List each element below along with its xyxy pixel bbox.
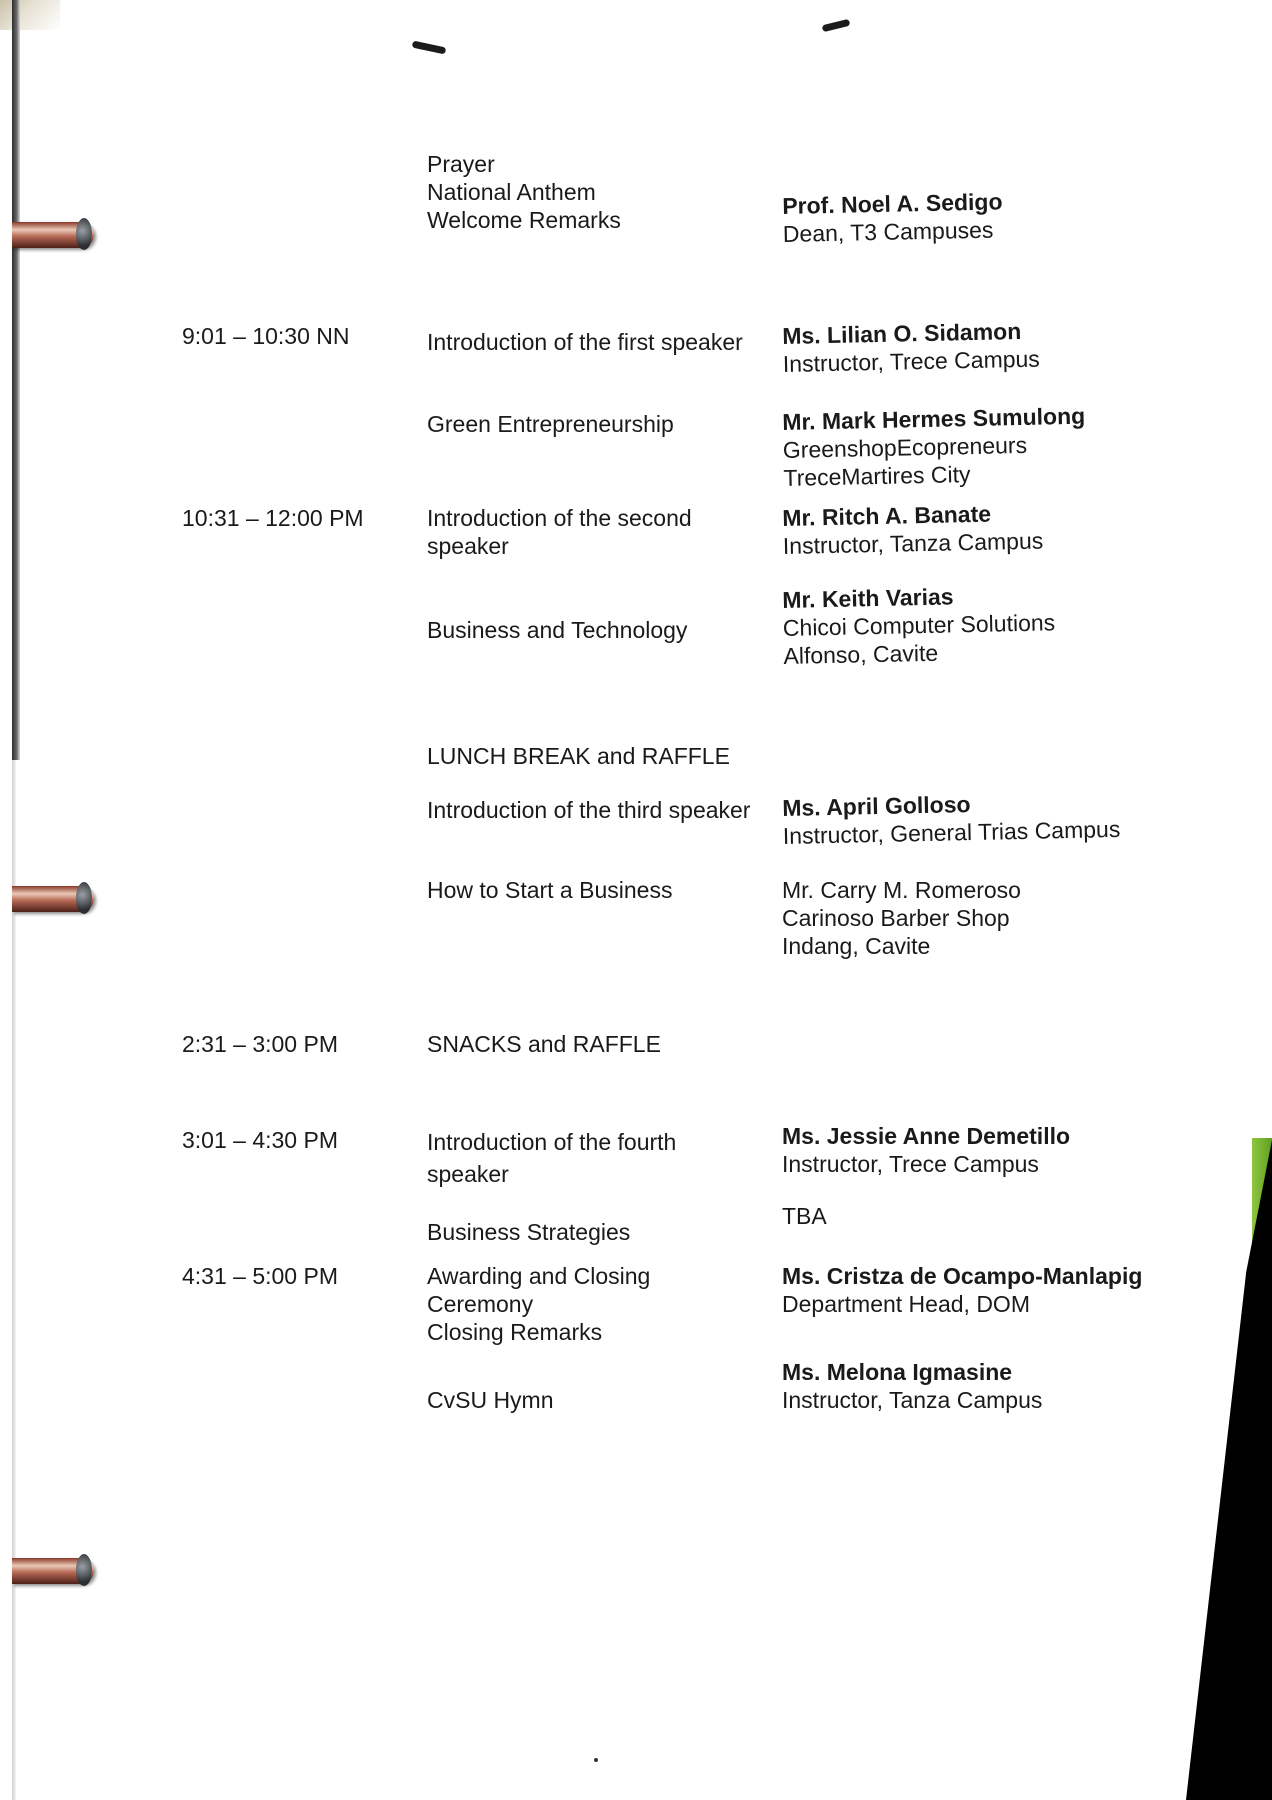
agenda-activity: Introduction of the fourth speaker xyxy=(427,1126,767,1190)
agenda-speaker: TBA xyxy=(782,1202,1202,1230)
activity-line: Welcome Remarks xyxy=(427,207,621,233)
agenda-speaker: Mr. Carry M. Romeroso Carinoso Barber Sh… xyxy=(782,876,1202,960)
agenda-speaker: Mr. Keith Varias Chicoi Computer Solutio… xyxy=(782,577,1204,670)
agenda-time: 10:31 – 12:00 PM xyxy=(182,505,364,531)
agenda-speaker: Ms. Cristza de Ocampo-Manlapig Departmen… xyxy=(782,1262,1202,1318)
scanned-program-page: Prayer National Anthem Welcome Remarks P… xyxy=(0,0,1272,1800)
agenda-activity: Introduction of the second speaker xyxy=(427,504,767,560)
agenda-time: 2:31 – 3:00 PM xyxy=(182,1031,338,1057)
activity-line: Introduction of the first speaker xyxy=(427,329,743,355)
activity-line: How to Start a Business xyxy=(427,877,673,903)
activity-line: Business Strategies xyxy=(427,1219,631,1245)
activity-line: Introduction of the second xyxy=(427,505,692,531)
background-dark-edge xyxy=(1186,1140,1272,1800)
agenda-speaker: Ms. April Golloso Instructor, General Tr… xyxy=(782,785,1203,850)
scan-mark xyxy=(821,18,851,33)
activity-line: LUNCH BREAK and RAFFLE xyxy=(427,743,730,769)
activity-line: Green Entrepreneurship xyxy=(427,411,674,437)
activity-line: SNACKS and RAFFLE xyxy=(427,1031,661,1057)
agenda-activity: Green Entrepreneurship xyxy=(427,410,767,438)
agenda-speaker: Mr. Ritch A. Banate Instructor, Tanza Ca… xyxy=(782,495,1203,560)
speaker-detail: Instructor, Tanza Campus xyxy=(782,1387,1043,1413)
speaker-detail: Mr. Carry M. Romeroso xyxy=(782,877,1021,903)
agenda-time: 4:31 – 5:00 PM xyxy=(182,1263,338,1289)
activity-line: CvSU Hymn xyxy=(427,1387,554,1413)
agenda-activity: Introduction of the third speaker xyxy=(427,796,767,824)
activity-line: National Anthem xyxy=(427,179,596,205)
speaker-name: Ms. Jessie Anne Demetillo xyxy=(782,1123,1071,1149)
activity-line: Closing Remarks xyxy=(427,1319,603,1345)
agenda-speaker: Prof. Noel A. Sedigo Dean, T3 Campuses xyxy=(782,183,1203,248)
activity-line: Awarding and Closing xyxy=(427,1263,651,1289)
agenda-speaker: Mr. Mark Hermes Sumulong GreenshopEcopre… xyxy=(782,399,1204,492)
activity-line: Introduction of the third speaker xyxy=(427,797,751,823)
agenda-speaker: Ms. Melona Igmasine Instructor, Tanza Ca… xyxy=(782,1358,1202,1414)
binder-ring-middle xyxy=(12,882,94,914)
speaker-detail: Carinoso Barber Shop xyxy=(782,905,1010,931)
agenda-activity: Introduction of the first speaker xyxy=(427,328,767,356)
agenda-speaker: Ms. Lilian O. Sidamon Instructor, Trece … xyxy=(782,313,1203,378)
speaker-detail: Department Head, DOM xyxy=(782,1291,1030,1317)
agenda-activity: How to Start a Business xyxy=(427,876,767,904)
agenda-activity: SNACKS and RAFFLE xyxy=(427,1030,767,1058)
agenda-activity: Prayer National Anthem Welcome Remarks xyxy=(427,150,767,234)
page-corner-shadow xyxy=(0,0,60,30)
agenda-activity: Business Strategies xyxy=(427,1218,767,1246)
speaker-detail: Instructor, Trece Campus xyxy=(782,1151,1039,1177)
binder-ring-top xyxy=(12,218,94,250)
activity-line: Introduction of the fourth xyxy=(427,1129,677,1155)
agenda-activity: CvSU Hymn xyxy=(427,1386,767,1414)
speaker-detail: TBA xyxy=(782,1203,827,1229)
agenda-activity: LUNCH BREAK and RAFFLE xyxy=(427,742,767,770)
agenda-speaker: Ms. Jessie Anne Demetillo Instructor, Tr… xyxy=(782,1122,1202,1178)
scan-speck xyxy=(594,1758,598,1762)
binder-ring-bottom xyxy=(12,1554,94,1586)
speaker-detail: Indang, Cavite xyxy=(782,933,931,959)
page-edge xyxy=(12,760,16,1800)
agenda-time: 3:01 – 4:30 PM xyxy=(182,1127,338,1153)
activity-line: Ceremony xyxy=(427,1291,534,1317)
binder-edge-shadow xyxy=(12,0,20,760)
agenda-activity: Awarding and Closing Ceremony Closing Re… xyxy=(427,1262,767,1346)
agenda-activity: Business and Technology xyxy=(427,616,767,644)
speaker-name: Ms. Melona Igmasine xyxy=(782,1359,1013,1385)
scan-mark xyxy=(411,40,447,55)
activity-line: speaker xyxy=(427,1161,509,1187)
activity-line: Business and Technology xyxy=(427,617,688,643)
activity-line: speaker xyxy=(427,533,509,559)
speaker-name: Ms. Cristza de Ocampo-Manlapig xyxy=(782,1263,1143,1289)
agenda-time: 9:01 – 10:30 NN xyxy=(182,323,350,349)
activity-line: Prayer xyxy=(427,151,495,177)
